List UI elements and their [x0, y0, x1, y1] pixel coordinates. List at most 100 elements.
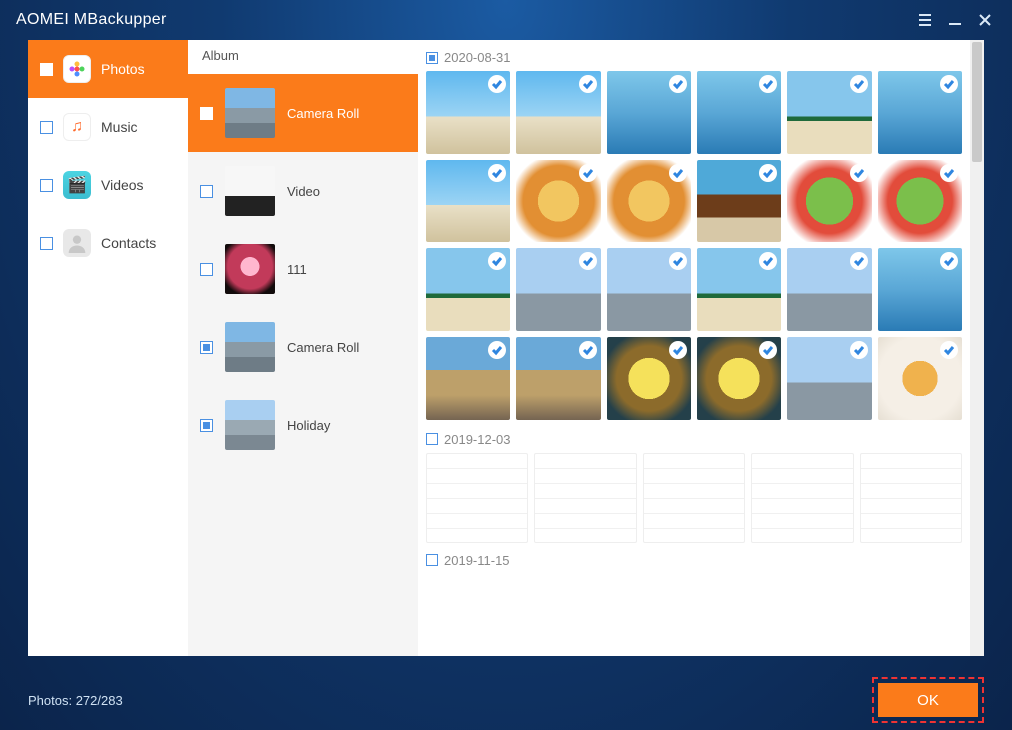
checkmark-icon[interactable] — [579, 341, 597, 359]
photo-thumbnail[interactable] — [426, 453, 528, 543]
scrollbar-track[interactable] — [970, 40, 984, 656]
checkbox-icon[interactable] — [426, 433, 438, 445]
checkbox-icon[interactable] — [200, 107, 213, 120]
checkbox-icon[interactable] — [426, 52, 438, 64]
photo-thumbnail[interactable] — [860, 453, 962, 543]
category-music[interactable]: ♫Music — [28, 98, 188, 156]
checkbox-icon[interactable] — [200, 263, 213, 276]
category-label: Contacts — [101, 235, 156, 251]
photo-thumbnail[interactable] — [878, 160, 962, 243]
section-header[interactable]: 2019-11-15 — [426, 553, 962, 568]
photo-thumbnail[interactable] — [878, 248, 962, 331]
photo-thumbnail[interactable] — [787, 160, 871, 243]
album-video[interactable]: Video — [188, 152, 418, 230]
checkmark-icon[interactable] — [850, 164, 868, 182]
category-contacts[interactable]: Contacts — [28, 214, 188, 272]
photo-grid-column: 2020-08-31 2019-12-03 2019-11-15 — [418, 40, 984, 656]
photo-thumbnail[interactable] — [426, 337, 510, 420]
photo-thumbnail[interactable] — [426, 160, 510, 243]
checkmark-icon[interactable] — [940, 164, 958, 182]
album-camera-roll[interactable]: Camera Roll — [188, 74, 418, 152]
checkmark-icon[interactable] — [759, 252, 777, 270]
album-holiday[interactable]: Holiday — [188, 386, 418, 464]
photo-thumbnail[interactable] — [697, 71, 781, 154]
ok-highlight: OK — [872, 677, 984, 723]
checkmark-icon[interactable] — [669, 341, 687, 359]
category-label: Photos — [101, 61, 145, 77]
photo-thumbnail[interactable] — [878, 337, 962, 420]
checkbox-icon[interactable] — [426, 554, 438, 566]
photo-thumbnail[interactable] — [697, 337, 781, 420]
photo-thumbnail[interactable] — [697, 160, 781, 243]
list-view-icon[interactable] — [910, 5, 940, 35]
photo-thumbnail[interactable] — [787, 248, 871, 331]
category-videos[interactable]: 🎬 Videos — [28, 156, 188, 214]
checkmark-icon[interactable] — [850, 341, 868, 359]
photo-thumbnail[interactable] — [607, 248, 691, 331]
checkmark-icon[interactable] — [579, 252, 597, 270]
checkmark-icon[interactable] — [579, 75, 597, 93]
close-icon[interactable] — [970, 5, 1000, 35]
checkmark-icon[interactable] — [759, 341, 777, 359]
checkbox-icon[interactable] — [40, 121, 53, 134]
checkmark-icon[interactable] — [488, 164, 506, 182]
videos-icon: 🎬 — [63, 171, 91, 199]
checkbox-icon[interactable] — [200, 185, 213, 198]
status-text: Photos: 272/283 — [28, 693, 123, 708]
photo-thumbnail[interactable] — [643, 453, 745, 543]
checkmark-icon[interactable] — [940, 75, 958, 93]
album-label: Camera Roll — [287, 340, 359, 355]
album-label: 111 — [287, 262, 307, 277]
photo-thumbnail[interactable] — [426, 248, 510, 331]
photo-grid — [426, 453, 962, 543]
section-date: 2019-12-03 — [444, 432, 511, 447]
checkbox-icon[interactable] — [200, 341, 213, 354]
checkbox-icon[interactable] — [40, 179, 53, 192]
photo-thumbnail[interactable] — [516, 337, 600, 420]
photo-thumbnail[interactable] — [516, 248, 600, 331]
photo-thumbnail[interactable] — [534, 453, 636, 543]
checkmark-icon[interactable] — [579, 164, 597, 182]
titlebar: AOMEI MBackupper — [0, 0, 1012, 40]
photo-thumbnail[interactable] — [607, 71, 691, 154]
photo-thumbnail[interactable] — [787, 337, 871, 420]
checkmark-icon[interactable] — [669, 252, 687, 270]
checkmark-icon[interactable] — [669, 75, 687, 93]
minimize-icon[interactable] — [940, 5, 970, 35]
checkbox-icon[interactable] — [40, 63, 53, 76]
checkmark-icon[interactable] — [759, 75, 777, 93]
checkmark-icon[interactable] — [488, 341, 506, 359]
checkmark-icon[interactable] — [488, 75, 506, 93]
photo-thumbnail[interactable] — [426, 71, 510, 154]
photo-thumbnail[interactable] — [607, 160, 691, 243]
checkmark-icon[interactable] — [759, 164, 777, 182]
checkmark-icon[interactable] — [850, 75, 868, 93]
album-thumbnail — [225, 166, 275, 216]
photo-thumbnail[interactable] — [607, 337, 691, 420]
checkmark-icon[interactable] — [940, 341, 958, 359]
category-photos[interactable]: Photos — [28, 40, 188, 98]
photo-thumbnail[interactable] — [697, 248, 781, 331]
category-column: Photos ♫Music 🎬 Videos Contacts — [28, 40, 188, 656]
photo-thumbnail[interactable] — [787, 71, 871, 154]
photo-thumbnail[interactable] — [878, 71, 962, 154]
photo-thumbnail[interactable] — [516, 160, 600, 243]
album-camera-roll2[interactable]: Camera Roll — [188, 308, 418, 386]
photo-thumbnail[interactable] — [516, 71, 600, 154]
scrollbar-thumb[interactable] — [972, 42, 982, 162]
photo-thumbnail[interactable] — [751, 453, 853, 543]
section-header[interactable]: 2019-12-03 — [426, 432, 962, 447]
photo-grid — [426, 71, 962, 420]
checkmark-icon[interactable] — [940, 252, 958, 270]
checkmark-icon[interactable] — [850, 252, 868, 270]
album-111[interactable]: 111 — [188, 230, 418, 308]
album-label: Camera Roll — [287, 106, 359, 121]
checkmark-icon[interactable] — [488, 252, 506, 270]
album-thumbnail — [225, 400, 275, 450]
ok-button[interactable]: OK — [878, 683, 978, 717]
checkbox-icon[interactable] — [200, 419, 213, 432]
category-label: Videos — [101, 177, 144, 193]
section-header[interactable]: 2020-08-31 — [426, 50, 962, 65]
checkbox-icon[interactable] — [40, 237, 53, 250]
checkmark-icon[interactable] — [669, 164, 687, 182]
